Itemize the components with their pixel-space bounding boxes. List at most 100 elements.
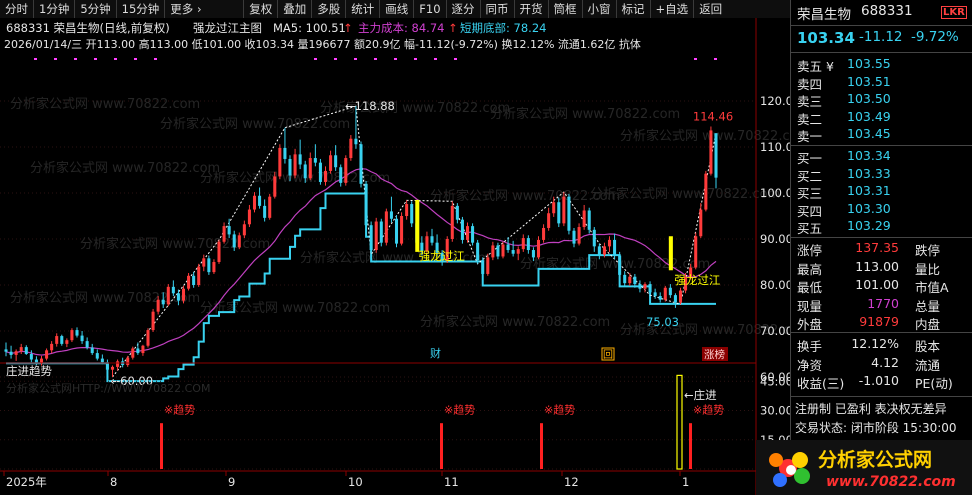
finance-tag[interactable]: 财	[430, 346, 441, 360]
ask-price: 103.45	[847, 126, 891, 141]
price-tick-label: 80.00	[760, 278, 790, 292]
price-row: 103.34 -11.12 -9.72%	[791, 29, 972, 49]
candle-body	[24, 347, 28, 354]
candle-body	[673, 295, 677, 303]
back-button[interactable]: 返回	[694, 0, 727, 18]
candle-body	[207, 258, 211, 273]
overlay-button[interactable]: 叠加	[278, 0, 311, 18]
simple-frame-button[interactable]: 筒框	[549, 0, 582, 18]
stat-row: 外盘 91879 内盘	[791, 314, 972, 332]
date-tick-label: 8	[110, 475, 117, 489]
candle-body	[100, 358, 104, 363]
adjust-button[interactable]: 复权	[244, 0, 277, 18]
candle-body	[389, 211, 393, 219]
replay-tag[interactable]: 回	[603, 349, 613, 361]
candle-body	[410, 204, 414, 224]
candle-body	[146, 330, 150, 346]
sub-tick-label: 30.00	[760, 404, 790, 418]
ask-row: 卖四 103.51	[791, 74, 972, 92]
candle-body	[85, 341, 89, 348]
tick-button[interactable]: 逐分	[447, 0, 480, 18]
candle-body	[536, 239, 541, 258]
draw-line-button[interactable]: 画线	[380, 0, 413, 18]
candle-body	[329, 155, 333, 171]
candle-body	[714, 133, 718, 178]
ask-label: 卖二	[797, 111, 823, 127]
limit-list-tag[interactable]: 涨榜	[704, 348, 725, 361]
candle-body	[572, 230, 576, 244]
candle-body	[171, 286, 175, 294]
stats-button[interactable]: 统计	[346, 0, 379, 18]
stat2-row: 收益(三) -1.010 PE(动)	[791, 373, 972, 391]
stat-label: 最高	[797, 261, 823, 277]
candle-body	[95, 353, 99, 359]
stat-row: 涨停 137.35 跌停	[791, 240, 972, 258]
stat2-label: 净资	[797, 357, 823, 373]
multi-stock-button[interactable]: 多股	[312, 0, 345, 18]
mark-button[interactable]: 标记	[617, 0, 650, 18]
add-watchlist-button[interactable]: +自选	[651, 0, 694, 18]
candle-body	[405, 204, 409, 216]
candle-body	[511, 250, 515, 254]
bid-label: 买一	[797, 151, 823, 166]
tab-5min[interactable]: 5分钟	[75, 0, 115, 18]
mini-window-button[interactable]: 小窗	[583, 0, 616, 18]
stat2-value: -1.010	[858, 373, 899, 388]
candle-body	[110, 366, 115, 370]
stat2-label: 收益(三)	[797, 376, 845, 391]
candle-body	[678, 290, 683, 303]
candle-body	[75, 330, 79, 336]
trend-signal-bar	[540, 423, 543, 469]
ask-label: 卖一	[797, 129, 823, 144]
trend-signal-label: ※趋势	[444, 403, 475, 416]
logo-url: www.70822.com	[826, 474, 956, 490]
candle-body	[9, 351, 13, 355]
tab-15min[interactable]: 15分钟	[117, 0, 165, 18]
date-tick-label: 11	[444, 475, 459, 489]
same-currency-button[interactable]: 同币	[481, 0, 514, 18]
candle-body	[567, 196, 571, 231]
date-tick-label: 10	[348, 475, 363, 489]
ma5-label: MA5: 100.51	[273, 21, 346, 35]
watermark-text: 分析家公式网 www.70822.com	[80, 236, 270, 252]
trend-signal-bar	[689, 423, 692, 469]
bid-price: 103.33	[847, 165, 891, 181]
stat-label-2: 内盘	[915, 317, 941, 332]
stat-value: 91879	[859, 314, 899, 329]
candle-body	[197, 266, 201, 285]
tab-1min[interactable]: 1分钟	[34, 0, 74, 18]
stat-label: 外盘	[797, 317, 823, 332]
more-periods-button[interactable]: 更多 ›	[165, 0, 243, 18]
tab-intraday[interactable]: 分时	[0, 0, 33, 18]
candle-body	[704, 173, 708, 210]
bid-price: 103.30	[847, 200, 891, 216]
candle-body	[45, 350, 49, 359]
bid-price: 103.34	[847, 148, 891, 163]
stat2-value: 12.12%	[851, 336, 899, 351]
candle-body	[308, 158, 312, 179]
site-logo: 分析家公式网 www.70822.com	[756, 440, 972, 495]
candle-body	[141, 345, 145, 354]
candle-body	[653, 292, 657, 297]
price-tick-label: 100.00	[760, 186, 790, 200]
candle-body	[552, 202, 556, 214]
candle-body	[359, 144, 363, 184]
logo-text: 分析家公式网	[818, 448, 932, 471]
candle-body	[344, 158, 348, 183]
kline-chart[interactable]: 688331 荣昌生物(日线,前复权) 强龙过江主图 MA5: 100.51 ↑…	[0, 18, 790, 495]
bid-price: 103.31	[847, 183, 891, 198]
candle-body	[242, 224, 246, 236]
candle-body	[501, 244, 505, 257]
candle-body	[126, 357, 130, 366]
trade-status: 交易状态: 闭市阶段 15:30:00	[795, 421, 957, 435]
watermark-text: 分析家公式网 www.70822.com	[10, 290, 200, 306]
open-button[interactable]: 开货	[515, 0, 548, 18]
candle-body	[379, 221, 383, 243]
candle-body	[486, 257, 490, 274]
candle-body	[587, 210, 591, 230]
f10-button[interactable]: F10	[414, 0, 445, 18]
watermark-text: 分析家公式网 www.70822.com	[490, 106, 680, 122]
candle-body	[29, 354, 33, 360]
candle-body	[364, 183, 368, 226]
candle-body	[283, 147, 287, 159]
